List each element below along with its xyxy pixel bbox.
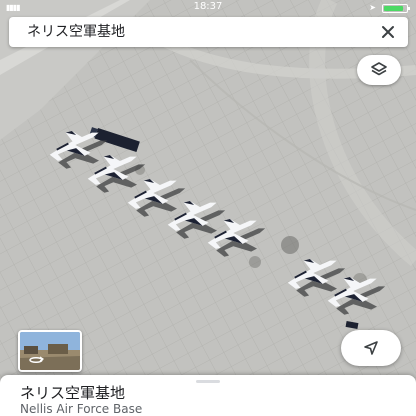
battery-level-fill <box>384 5 403 11</box>
clear-search-button[interactable] <box>376 20 400 44</box>
street-view-thumbnail[interactable] <box>18 330 82 372</box>
map-layers-button[interactable] <box>357 55 401 85</box>
sheet-drag-handle[interactable] <box>196 380 220 383</box>
close-icon <box>382 26 394 38</box>
battery-icon <box>382 3 410 13</box>
layers-icon <box>371 62 387 76</box>
status-bar: ▮▮▮▮ 18:37 ➤ <box>0 0 416 14</box>
place-subtitle: Nellis Air Force Base <box>20 402 143 416</box>
my-location-button[interactable] <box>341 330 401 366</box>
location-services-icon: ➤ <box>369 3 376 12</box>
status-time: 18:37 <box>193 1 223 12</box>
navigation-arrow-icon <box>364 341 378 355</box>
place-info-sheet[interactable]: ネリス空軍基地 Nellis Air Force Base <box>0 375 416 416</box>
status-right-icons: ➤ <box>369 1 410 15</box>
maps-screen: ▮▮▮▮ 18:37 ➤ ネリス空軍基地 ネリス空軍基地 Nellis Air … <box>0 0 416 416</box>
search-query[interactable]: ネリス空軍基地 <box>27 17 125 47</box>
street-view-preview-image <box>20 332 80 370</box>
search-bar[interactable]: ネリス空軍基地 <box>9 17 408 47</box>
place-name: ネリス空軍基地 <box>20 384 126 402</box>
